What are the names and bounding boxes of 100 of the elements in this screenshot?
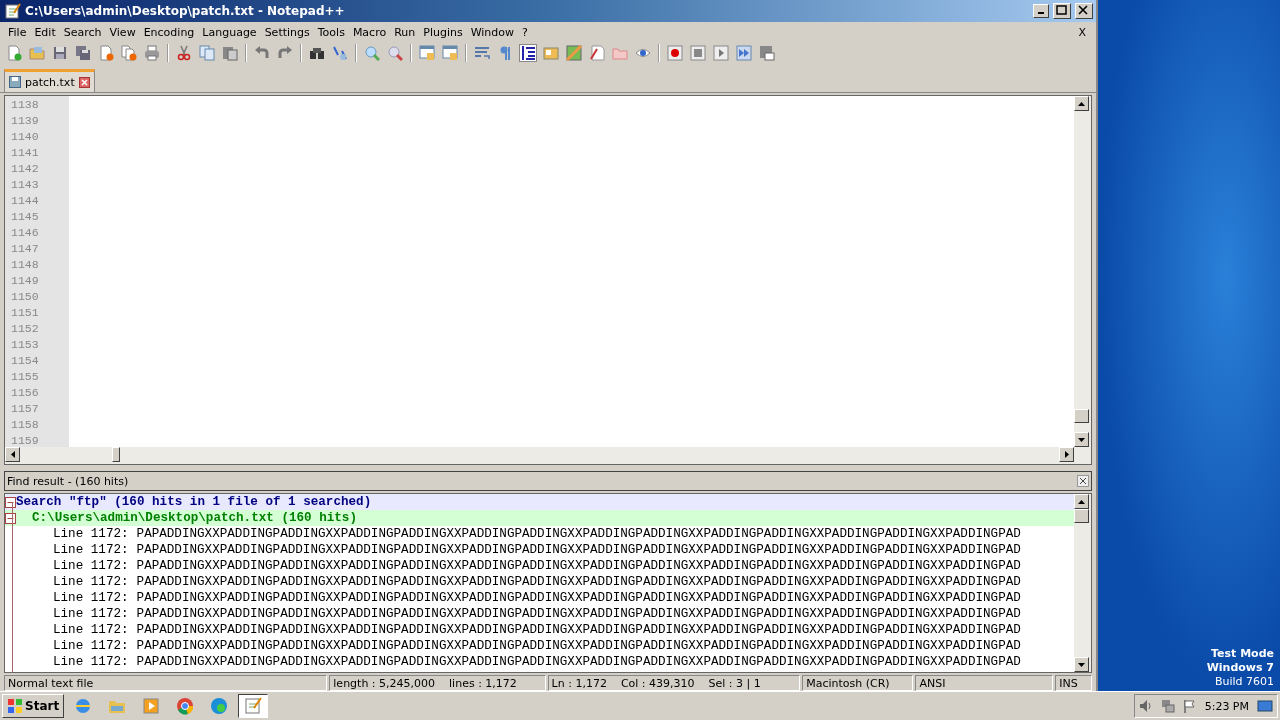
- line-number: 1142: [11, 161, 40, 177]
- scrollbar[interactable]: [1074, 96, 1091, 447]
- hit-text[interactable]: PAPADDINGXXPADDINGPADDINGXXPADDINGPADDINGXXPADDINGPADDINGXXPADDINGPADDINGXXPADDINGPADDINGXXPADDINGPADDINGXXPADDINGPAD: [136, 606, 1021, 622]
- maximize-icon: [1054, 4, 1068, 16]
- line-number: 1151: [11, 305, 40, 321]
- notepad-icon: [5, 3, 21, 19]
- zoom-out-icon[interactable]: [387, 45, 403, 61]
- status-text: Sel : 3 | 1: [708, 676, 761, 690]
- scroll-thumb[interactable]: [112, 447, 120, 462]
- collapse-icon[interactable]: [5, 512, 16, 524]
- hit-text[interactable]: PAPADDINGXXPADDINGPADDINGXXPADDINGPADDINGXXPADDINGPADDINGXXPADDINGPADDINGXXPADDINGPADDINGXXPADDINGPADDINGXXPADDINGPAD: [136, 558, 1021, 574]
- line-label[interactable]: Line 1172:: [53, 654, 129, 670]
- scrollbar[interactable]: [1074, 494, 1091, 672]
- network-icon[interactable]: [1160, 699, 1175, 713]
- minimize-icon: [1038, 12, 1044, 14]
- menu-item[interactable]: View: [105, 25, 140, 39]
- menu-item[interactable]: Settings: [260, 25, 314, 39]
- line-number: 1152: [11, 321, 40, 337]
- undo-icon[interactable]: [254, 45, 270, 61]
- status-text: lines : 1,172: [449, 676, 517, 690]
- scroll-thumb[interactable]: [1074, 408, 1089, 423]
- status-text: Ln : 1,172: [551, 676, 607, 690]
- line-label[interactable]: Line 1172:: [53, 558, 129, 574]
- menu-item[interactable]: Language: [198, 25, 261, 39]
- binoculars-icon[interactable]: [309, 45, 325, 61]
- clock[interactable]: 5:23 PM: [1204, 699, 1249, 713]
- sync-vertical-icon[interactable]: [419, 45, 435, 61]
- indent-guide-icon[interactable]: [520, 45, 536, 61]
- menu-item[interactable]: Tools: [313, 25, 349, 39]
- word-wrap-icon[interactable]: [474, 45, 490, 61]
- scroll-up-icon[interactable]: [1077, 497, 1086, 506]
- close-button[interactable]: [1075, 3, 1093, 19]
- file-tab[interactable]: patch.txt: [4, 69, 95, 92]
- save-icon[interactable]: [52, 45, 68, 61]
- copy-icon[interactable]: [199, 45, 215, 61]
- maximize-button[interactable]: [1053, 3, 1071, 19]
- show-desktop-icon[interactable]: [1257, 699, 1273, 713]
- window-title: C:\Users\admin\Desktop\patch.txt - Notepad++: [25, 4, 346, 18]
- zoom-in-icon[interactable]: [364, 45, 380, 61]
- scroll-up-icon[interactable]: [1077, 99, 1086, 108]
- close-icon[interactable]: [1077, 475, 1089, 487]
- line-label[interactable]: Line 1172:: [53, 526, 129, 542]
- collapse-icon[interactable]: [5, 496, 16, 508]
- close-file-icon[interactable]: [98, 45, 114, 61]
- cut-icon[interactable]: [176, 45, 192, 61]
- line-number: 1149: [11, 273, 40, 289]
- hit-text[interactable]: PAPADDINGXXPADDINGPADDINGXXPADDINGPADDINGXXPADDINGPADDINGXXPADDINGPADDINGXXPADDINGPADDINGXXPADDINGPADDINGXXPADDINGPAD: [136, 622, 1021, 638]
- minimize-button[interactable]: [1033, 4, 1049, 18]
- menu-item[interactable]: ?: [518, 25, 532, 39]
- line-label[interactable]: Line 1172:: [53, 606, 129, 622]
- line-label[interactable]: Line 1172:: [53, 542, 129, 558]
- close-document-button[interactable]: X: [1074, 25, 1092, 39]
- menu-item[interactable]: Window: [466, 25, 519, 39]
- hit-text[interactable]: PAPADDINGXXPADDINGPADDINGXXPADDINGPADDINGXXPADDINGPADDINGXXPADDINGPADDINGXXPADDINGPADDINGXXPADDINGPADDINGXXPADDINGPAD: [136, 590, 1021, 606]
- scroll-thumb[interactable]: [1074, 509, 1089, 523]
- paste-icon[interactable]: [222, 45, 238, 61]
- record-icon[interactable]: [667, 45, 683, 61]
- hit-text[interactable]: PAPADDINGXXPADDINGPADDINGXXPADDINGPADDINGXXPADDINGPADDINGXXPADDINGPADDINGXXPADDINGPADDINGXXPADDINGPADDINGXXPADDINGPAD: [136, 574, 1021, 590]
- sync-horizontal-icon[interactable]: [442, 45, 458, 61]
- hit-text[interactable]: PAPADDINGXXPADDINGPADDINGXXPADDINGPADDINGXXPADDINGPADDINGXXPADDINGPADDINGXXPADDINGPADDINGXXPADDINGPADDINGXXPADDINGPAD: [136, 526, 1021, 542]
- line-number: 1143: [11, 177, 40, 193]
- hit-text[interactable]: PAPADDINGXXPADDINGPADDINGXXPADDINGPADDINGXXPADDINGPADDINGXXPADDINGPADDINGXXPADDINGPADDINGXXPADDINGPADDINGXXPADDINGPAD: [136, 654, 1021, 670]
- line-label[interactable]: Line 1172:: [53, 590, 129, 606]
- start-button[interactable]: Start: [2, 694, 65, 718]
- redo-icon[interactable]: [277, 45, 293, 61]
- scroll-down-icon[interactable]: [1077, 435, 1086, 444]
- close-all-icon[interactable]: [121, 45, 137, 61]
- hit-text[interactable]: PAPADDINGXXPADDINGPADDINGXXPADDINGPADDINGXXPADDINGPADDINGXXPADDINGPADDINGXXPADDINGPADDINGXXPADDINGPADDINGXXPADDINGPAD: [136, 542, 1021, 558]
- print-icon[interactable]: [144, 45, 160, 61]
- menu-item[interactable]: Plugins: [419, 25, 467, 39]
- play-multiple-icon[interactable]: [736, 45, 752, 61]
- line-number: 1150: [11, 289, 40, 305]
- menu-item[interactable]: Macro: [348, 25, 391, 39]
- save-macro-icon[interactable]: [759, 45, 775, 61]
- status-text: Macintosh (CR): [806, 676, 890, 690]
- line-label[interactable]: Line 1172:: [53, 638, 129, 654]
- save-all-icon[interactable]: [75, 45, 91, 61]
- replace-icon[interactable]: [332, 45, 348, 61]
- scroll-left-icon[interactable]: [8, 450, 17, 459]
- line-label[interactable]: Line 1172:: [53, 622, 129, 638]
- scrollbar[interactable]: [5, 447, 1091, 464]
- menu-item[interactable]: Edit: [30, 25, 60, 39]
- line-label[interactable]: Line 1172:: [53, 574, 129, 590]
- line-number: 1140: [11, 129, 40, 145]
- stop-icon[interactable]: [690, 45, 706, 61]
- scroll-down-icon[interactable]: [1077, 660, 1086, 669]
- close-tab-icon[interactable]: [78, 76, 90, 88]
- line-number: 1158: [11, 417, 40, 433]
- menu-item[interactable]: Run: [390, 25, 420, 39]
- speaker-icon[interactable]: [1138, 699, 1153, 713]
- menu-item[interactable]: Search: [59, 25, 106, 39]
- scroll-right-icon[interactable]: [1062, 450, 1071, 459]
- menu-item[interactable]: File: [4, 25, 31, 39]
- new-file-icon[interactable]: [6, 45, 22, 61]
- flag-icon[interactable]: [1182, 699, 1197, 713]
- hit-text[interactable]: PAPADDINGXXPADDINGPADDINGXXPADDINGPADDINGXXPADDINGPADDINGXXPADDINGPADDINGXXPADDINGPADDINGXXPADDINGPADDINGXXPADDINGPAD: [136, 638, 1021, 654]
- taskbar-app[interactable]: [238, 694, 269, 718]
- close-icon: [1076, 4, 1090, 16]
- menu-item[interactable]: Encoding: [139, 25, 199, 39]
- play-icon[interactable]: [713, 45, 729, 61]
